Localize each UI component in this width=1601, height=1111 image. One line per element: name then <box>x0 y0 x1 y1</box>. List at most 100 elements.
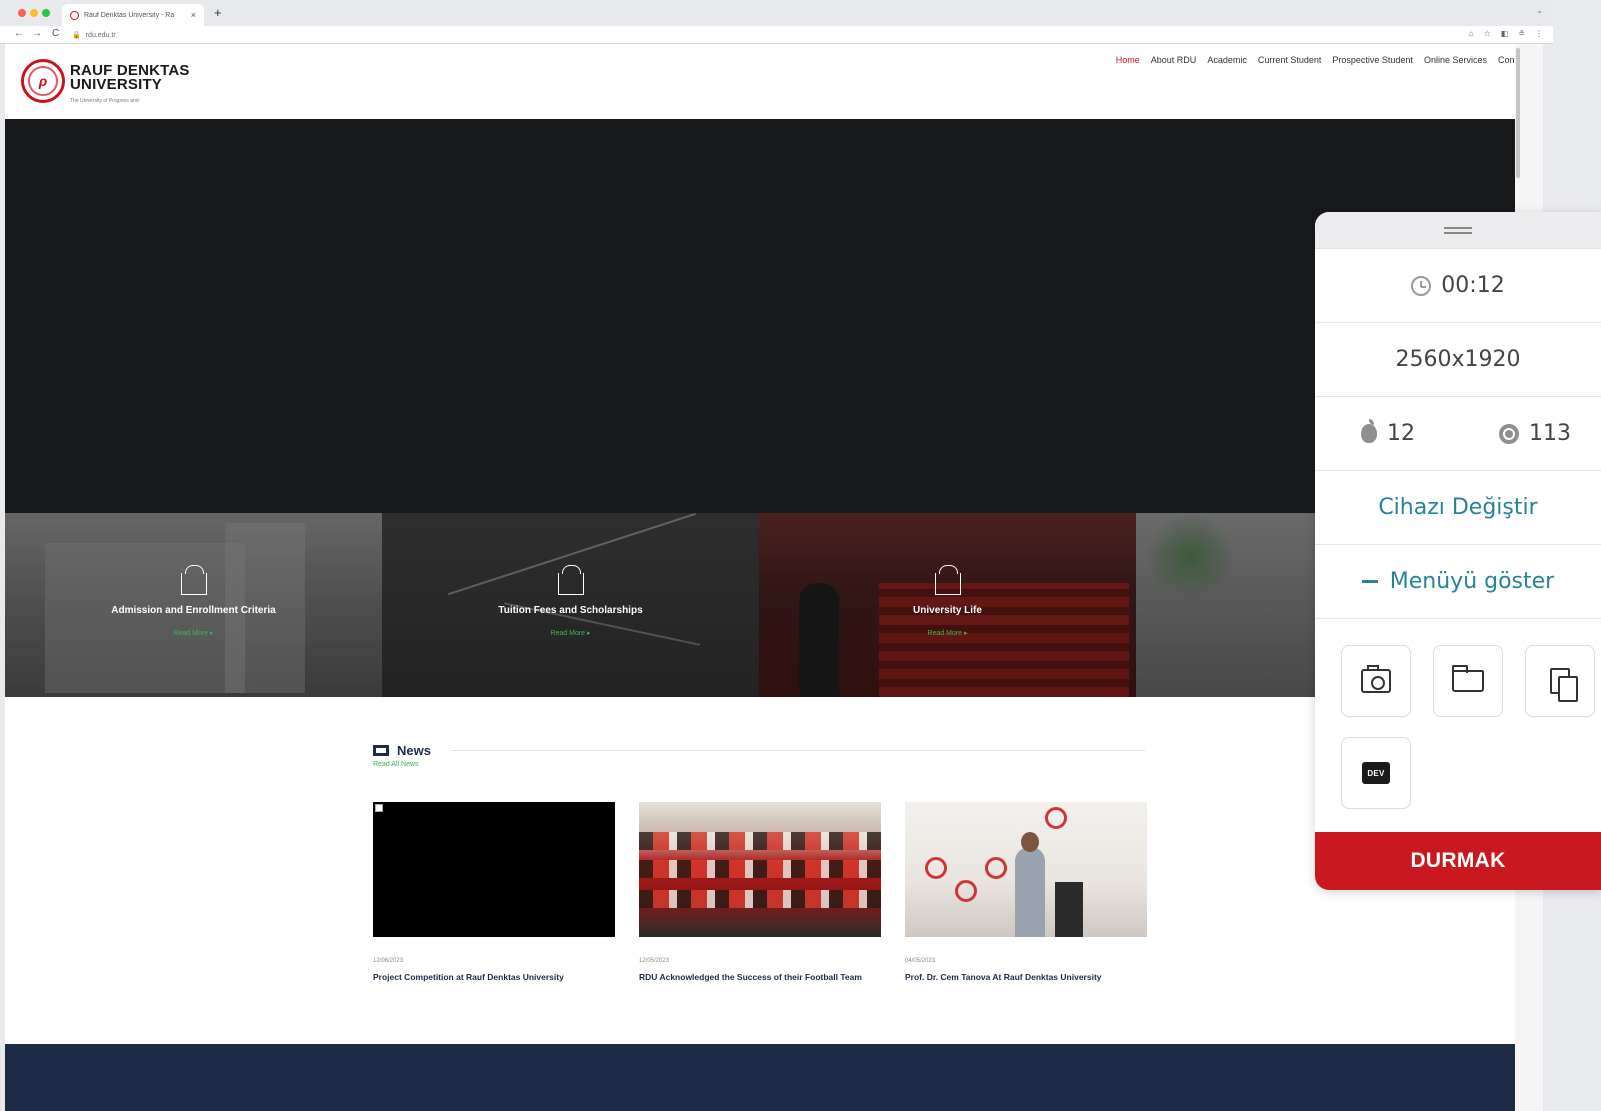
main-nav: Home About RDU Academic Current Student … <box>1116 55 1529 65</box>
news-header: News <box>373 742 1145 758</box>
maximize-window-button[interactable] <box>42 9 50 17</box>
tile-read-more-link[interactable]: Read More <box>173 629 213 637</box>
campus-icon <box>934 565 961 595</box>
nav-prospective-student[interactable]: Prospective Student <box>1332 55 1413 65</box>
clipboard-button[interactable] <box>1525 645 1595 717</box>
hero-banner <box>5 119 1515 513</box>
news-title-link[interactable]: Project Competition at Rauf Denktas Univ… <box>373 972 615 983</box>
change-device-link[interactable]: Cihazı Değiştir <box>1315 471 1601 545</box>
tile-title: Tuition Fees and Scholarships <box>498 605 643 616</box>
read-all-news-link[interactable]: Read All News <box>373 761 1145 768</box>
nav-academic[interactable]: Academic <box>1207 55 1247 65</box>
resolution-row: 2560x1920 <box>1315 323 1601 397</box>
nav-current-student[interactable]: Current Student <box>1258 55 1322 65</box>
news-date: 12/06/2023 <box>373 958 404 964</box>
minimize-window-button[interactable] <box>30 9 38 17</box>
img-person <box>1015 847 1045 937</box>
footer <box>5 1044 1515 1111</box>
apple-icon <box>1361 419 1377 443</box>
reload-button[interactable]: C <box>52 28 59 39</box>
url-input[interactable]: 🔒 rdu.edu.tr <box>72 29 1412 41</box>
os-version-value: 12 <box>1387 421 1415 446</box>
news-card[interactable]: 04/05/2023 Prof. Dr. Cem Tanova At Rauf … <box>905 802 1147 983</box>
toolbar-icons: ⌂ ☆ ◧ ≗ ⋮ <box>1469 29 1543 38</box>
news-card[interactable]: 12/05/2023 RDU Acknowledged the Success … <box>639 802 881 983</box>
news-divider <box>450 749 1145 751</box>
forward-button[interactable]: → <box>32 28 42 39</box>
profile-icon[interactable]: ≗ <box>1518 29 1525 38</box>
university-logo-icon[interactable]: ρ <box>21 59 65 103</box>
screenshot-button[interactable] <box>1341 645 1411 717</box>
screen: Rauf Denktas University - Ra × + ⌄ ← → C… <box>0 0 1601 1111</box>
news-section: News Read All News 12/06/2023 Project Co… <box>373 742 1147 982</box>
lock-icon: 🔒 <box>72 32 81 39</box>
img-row <box>639 890 881 908</box>
session-timer: 00:12 <box>1315 249 1601 323</box>
tab-bar: Rauf Denktas University - Ra × + ⌄ <box>0 0 1553 26</box>
panel-drag-handle[interactable] <box>1315 212 1601 249</box>
news-card[interactable]: 12/06/2023 Project Competition at Rauf D… <box>373 802 615 983</box>
favicon-icon <box>70 10 79 20</box>
nav-home[interactable]: Home <box>1116 55 1140 65</box>
news-image[interactable] <box>373 802 615 937</box>
news-cards: 12/06/2023 Project Competition at Rauf D… <box>373 802 1147 983</box>
sidepanel-icon[interactable]: ◧ <box>1501 29 1509 38</box>
close-window-button[interactable] <box>18 9 26 17</box>
tile-admission[interactable]: Admission and Enrollment Criteria Read M… <box>5 513 382 697</box>
os-version: 12 <box>1361 419 1415 446</box>
browser-version: 113 <box>1499 421 1571 446</box>
resolution-value: 2560x1920 <box>1395 347 1521 372</box>
camera-icon <box>1361 665 1391 693</box>
nav-online-services[interactable]: Online Services <box>1424 55 1487 65</box>
news-title: News <box>397 742 431 758</box>
img-ring <box>1045 807 1067 829</box>
broken-image-icon <box>375 804 383 812</box>
logo-text[interactable]: RAUF DENKTAS UNIVERSITY The University o… <box>70 63 190 108</box>
feature-tiles: Admission and Enrollment Criteria Read M… <box>5 513 1515 697</box>
dev-tools-button[interactable]: DEV <box>1341 737 1411 809</box>
news-title-link[interactable]: RDU Acknowledged the Success of their Fo… <box>639 972 881 983</box>
platform-row: 12 113 <box>1315 397 1601 471</box>
news-date: 04/05/2023 <box>905 958 936 964</box>
news-image[interactable] <box>639 802 881 937</box>
clipboard-icon <box>1550 668 1578 702</box>
tab-close-icon[interactable]: × <box>191 10 196 20</box>
tile-read-more-link[interactable]: Read More <box>550 629 590 637</box>
grip-icon <box>1444 226 1472 234</box>
timer-value: 00:12 <box>1441 273 1505 298</box>
news-date: 12/05/2023 <box>639 958 670 964</box>
img-ring <box>955 880 977 902</box>
bookmark-star-icon[interactable]: ☆ <box>1484 29 1491 38</box>
tile-read-more-link[interactable]: Read More <box>927 629 967 637</box>
img-row <box>639 832 881 850</box>
img-podium <box>1055 882 1083 937</box>
scroll-thumb[interactable] <box>1516 48 1520 178</box>
tab-search-icon[interactable]: ⌄ <box>1536 6 1543 15</box>
browser-version-value: 113 <box>1529 421 1571 446</box>
open-file-button[interactable] <box>1433 645 1503 717</box>
device-panel: 00:12 2560x1920 12 113 Cihazı Değiştir M… <box>1315 212 1601 890</box>
tile-tuition[interactable]: Tuition Fees and Scholarships Read More <box>382 513 759 697</box>
home-icon[interactable]: ⌂ <box>1469 29 1474 38</box>
img-ring <box>925 857 947 879</box>
browser-menu-icon[interactable]: ⋮ <box>1535 29 1543 38</box>
site-header: ρ RAUF DENKTAS UNIVERSITY The University… <box>5 44 1543 119</box>
stop-button[interactable]: DURMAK <box>1315 832 1601 890</box>
tile-bg-plant <box>1146 513 1236 603</box>
nav-about[interactable]: About RDU <box>1151 55 1197 65</box>
show-menu-toggle[interactable]: Menüyü göster <box>1315 545 1601 619</box>
back-button[interactable]: ← <box>14 28 24 39</box>
new-tab-button[interactable]: + <box>214 5 222 20</box>
url-text: rdu.edu.tr <box>85 31 116 39</box>
logo-tagline: The University of Progress and <box>70 98 139 104</box>
website: ρ RAUF DENKTAS UNIVERSITY The University… <box>5 44 1543 1111</box>
news-title-link[interactable]: Prof. Dr. Cem Tanova At Rauf Denktas Uni… <box>905 972 1147 983</box>
img-person-head <box>1021 832 1039 852</box>
tile-university-life[interactable]: University Life Read More <box>759 513 1136 697</box>
tab-title: Rauf Denktas University - Ra <box>84 11 175 19</box>
news-image[interactable] <box>905 802 1147 937</box>
browser-tab[interactable]: Rauf Denktas University - Ra × <box>62 4 204 26</box>
show-menu-label: Menüyü göster <box>1389 569 1555 594</box>
panel-tools: DEV <box>1315 619 1601 809</box>
browser-chrome: Rauf Denktas University - Ra × + ⌄ ← → C… <box>0 0 1553 44</box>
